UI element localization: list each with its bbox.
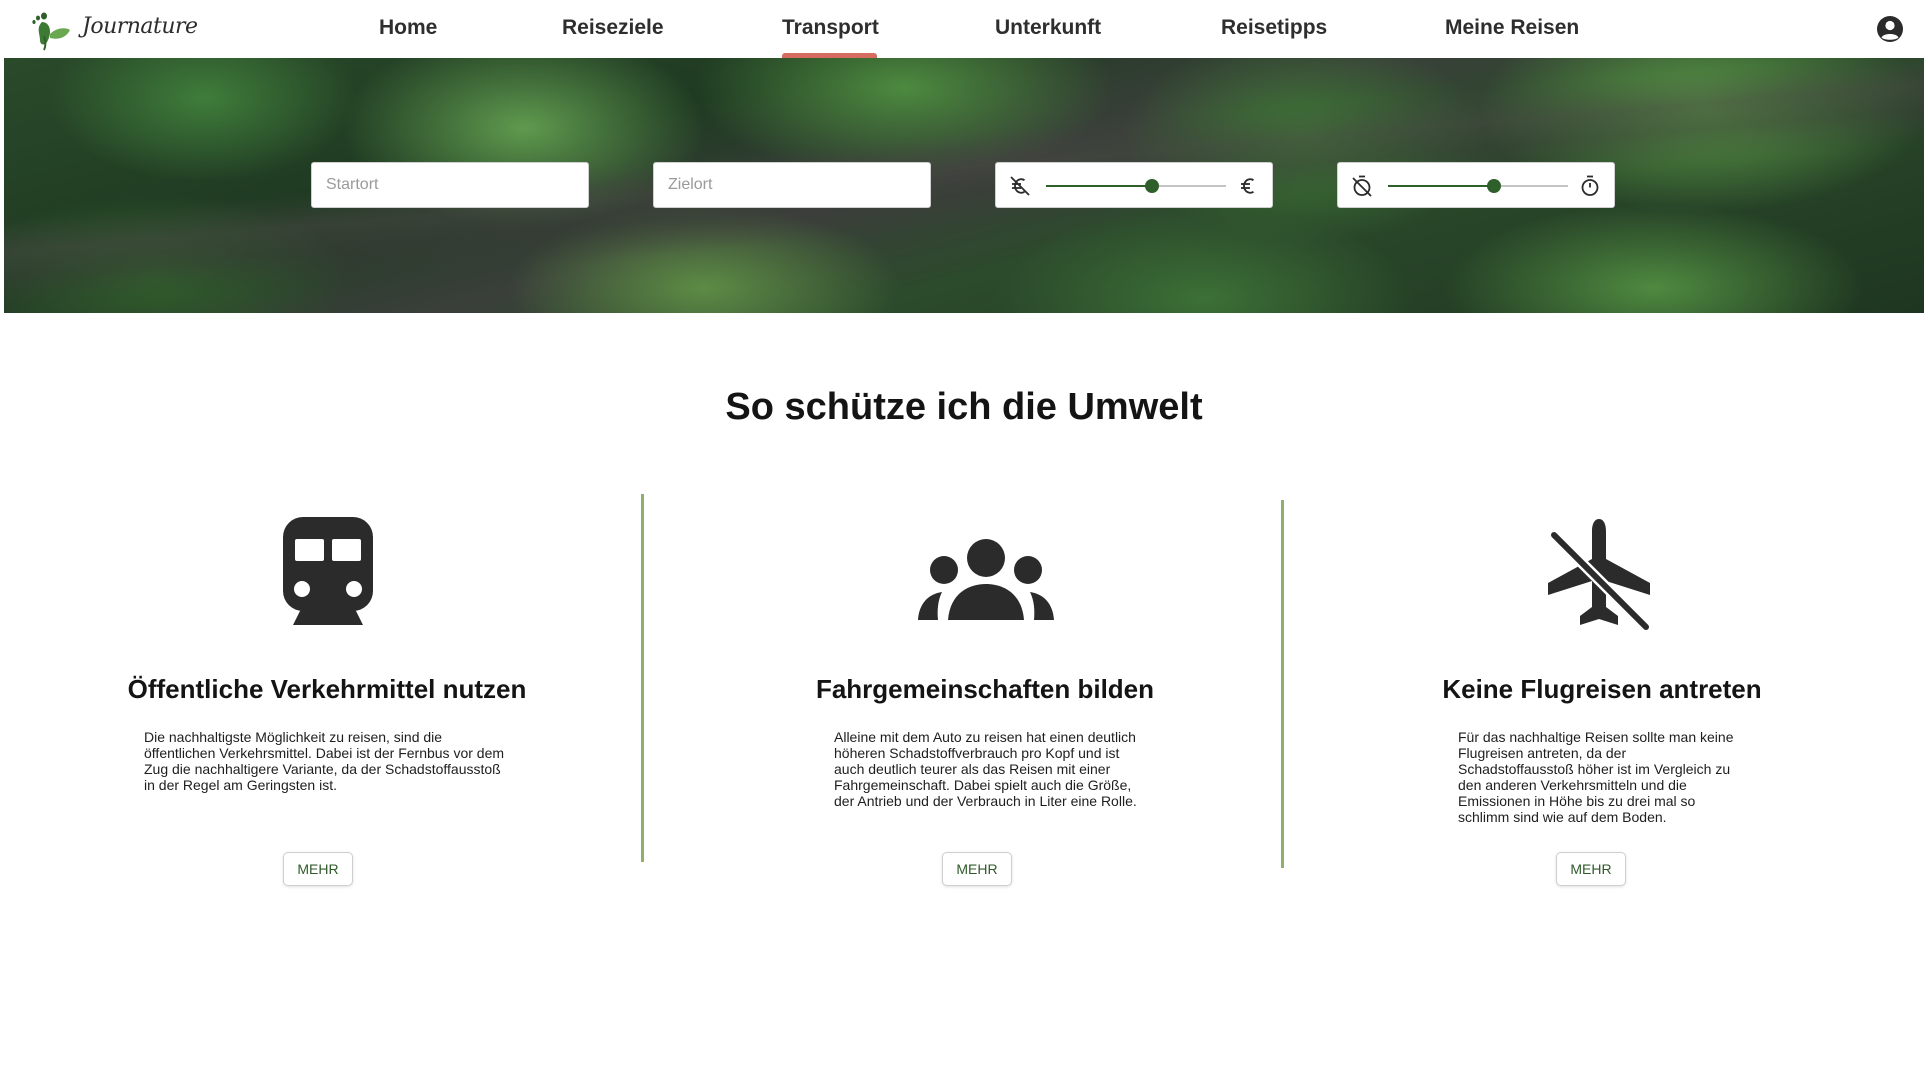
account-circle-icon[interactable]: [1875, 14, 1905, 44]
nav-item-home[interactable]: Home: [379, 16, 437, 40]
group-icon: [918, 539, 1054, 620]
timer-off-icon: [1352, 175, 1372, 197]
text-line: Emissionen in Höhe bis zu drei mal so: [1458, 793, 1696, 809]
more-button-public-transport[interactable]: MEHR: [283, 852, 353, 886]
card-title-public-transport: Öffentliche Verkehrmittel nutzen: [127, 674, 527, 704]
hero-forest-banner: [4, 58, 1924, 313]
nav-item-transport[interactable]: Transport: [782, 16, 879, 40]
duration-slider-thumb[interactable]: [1487, 179, 1502, 193]
cost-slider-field: [995, 162, 1273, 208]
card-title-no-flights: Keine Flugreisen antreten: [1442, 674, 1762, 704]
card-text-carpooling: Alleine mit dem Auto zu reisen hat einen…: [834, 729, 1174, 809]
top-navigation-bar: Journature Home Reiseziele Transport Unt…: [4, 0, 1924, 59]
text-line: den anderen Verkehrsmitteln und die: [1458, 777, 1687, 793]
text-line: der Antrieb und der Verbrauch in Liter e…: [834, 793, 1137, 809]
text-line: Für das nachhaltige Reisen sollte man ke…: [1458, 729, 1734, 745]
destination-field[interactable]: [653, 162, 931, 208]
column-divider-right: [1281, 500, 1284, 868]
section-title: So schütze ich die Umwelt: [725, 386, 1203, 428]
nav-item-unterkunft[interactable]: Unterkunft: [995, 16, 1101, 40]
text-line: Fahrgemeinschaft. Dabei spielt auch die …: [834, 777, 1132, 793]
text-line: in der Regel am Geringsten ist.: [144, 777, 337, 793]
cost-slider-track[interactable]: [1046, 179, 1226, 193]
brand-name[interactable]: Journature: [82, 14, 198, 39]
nav-item-reisetipps[interactable]: Reisetipps: [1221, 16, 1327, 40]
more-button-carpooling[interactable]: MEHR: [942, 852, 1012, 886]
text-line: Alleine mit dem Auto zu reisen hat einen…: [834, 729, 1136, 745]
text-line: auch deutlich teurer als das Reisen mit …: [834, 761, 1111, 777]
text-line: Schadstoffausstoß höher ist im Vergleich…: [1458, 761, 1731, 777]
nav-item-meine-reisen[interactable]: Meine Reisen: [1445, 16, 1579, 40]
nav-item-reiseziele[interactable]: Reiseziele: [562, 16, 664, 40]
duration-slider-track[interactable]: [1388, 179, 1568, 193]
text-line: öffentlichen Verkehrsmittel. Dabei ist d…: [144, 745, 505, 761]
cost-slider-thumb[interactable]: [1145, 179, 1160, 193]
card-text-no-flights: Für das nachhaltige Reisen sollte man ke…: [1458, 729, 1788, 825]
duration-slider-field: [1337, 162, 1615, 208]
text-line: höheren Schadstoffverbrauch pro Kopf und…: [834, 745, 1120, 761]
text-line: Flugreisen antreten, da der: [1458, 745, 1627, 761]
destination-input[interactable]: [654, 163, 930, 207]
cost-slider-fill: [1046, 185, 1153, 187]
footprint-leaf-logo-icon[interactable]: [28, 8, 72, 52]
airplane-off-icon: [1548, 519, 1652, 633]
card-text-public-transport: Die nachhaltigste Möglichkeit zu reisen,…: [144, 729, 524, 793]
text-line: Die nachhaltigste Möglichkeit zu reisen,…: [144, 729, 443, 745]
text-line: Zug die nachhaltigere Variante, da der S…: [144, 761, 501, 777]
more-button-no-flights[interactable]: MEHR: [1556, 852, 1626, 886]
text-line: schlimm sind wie auf dem Boden.: [1458, 809, 1667, 825]
euro-icon: [1241, 178, 1255, 194]
start-location-input[interactable]: [312, 163, 588, 207]
no-money-icon: [1010, 176, 1030, 196]
card-title-carpooling: Fahrgemeinschaften bilden: [815, 674, 1155, 704]
start-location-field[interactable]: [311, 162, 589, 208]
column-divider-left: [641, 494, 644, 862]
timer-icon: [1581, 175, 1599, 196]
train-icon: [283, 517, 373, 625]
duration-slider-fill: [1388, 185, 1495, 187]
